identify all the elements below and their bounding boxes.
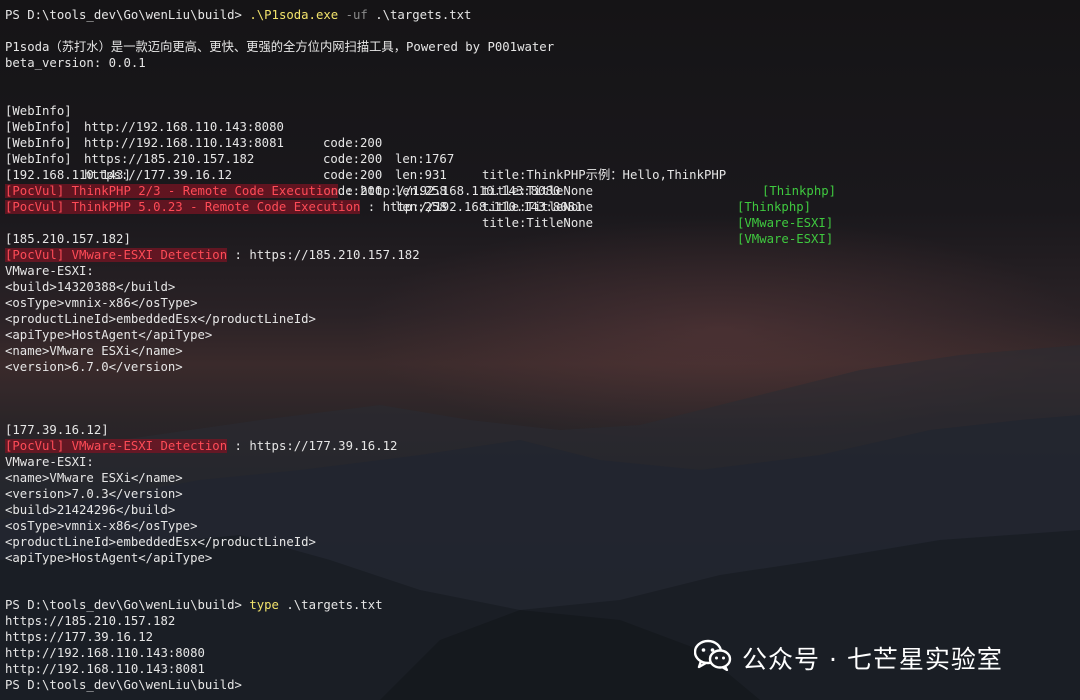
watermark-text: 公众号 · 七芒星实验室 bbox=[742, 645, 1003, 674]
webinfo-len: len:931 bbox=[395, 168, 447, 182]
detail-line: <apiType>HostAgent</apiType> bbox=[5, 328, 213, 342]
webinfo-url: https://185.210.157.182 bbox=[84, 152, 255, 166]
webinfo-row: [WebInfo] https://185.210.157.182 code:2… bbox=[5, 119, 1075, 230]
command-line: PS D:\tools_dev\Go\wenLiu\build> bbox=[5, 677, 242, 693]
command-line: PS D:\tools_dev\Go\wenLiu\build> type .\… bbox=[5, 597, 383, 613]
detail-line: <version>6.7.0</version> bbox=[5, 360, 183, 374]
vuln-target: : https://177.39.16.12 bbox=[227, 439, 398, 453]
target-line: https://185.210.157.182 bbox=[5, 614, 176, 628]
webinfo-code: code:200 bbox=[323, 168, 383, 182]
target-line: http://192.168.110.143:8081 bbox=[5, 662, 205, 676]
detail-line: <osType>vmnix-x86</osType> bbox=[5, 296, 198, 310]
webinfo-finger: [VMware-ESXI] bbox=[737, 232, 834, 246]
pocvul-line: [PocVul] VMware-ESXI Detection : https:/… bbox=[5, 247, 420, 263]
prompt: PS D:\tools_dev\Go\wenLiu\build> bbox=[5, 678, 242, 692]
host-header: [177.39.16.12] bbox=[5, 423, 109, 437]
detail-line: <apiType>HostAgent</apiType> bbox=[5, 551, 213, 565]
version-line: beta_version: 0.0.1 bbox=[5, 56, 146, 70]
vuln-target: : https://185.210.157.182 bbox=[227, 248, 420, 262]
prompt: PS D:\tools_dev\Go\wenLiu\build> bbox=[5, 8, 242, 22]
pocvul-line: [PocVul] ThinkPHP 2/3 - Remote Code Exec… bbox=[5, 183, 560, 199]
webinfo-finger: [VMware-ESXI] bbox=[737, 216, 834, 230]
command-exe: .\P1soda.exe bbox=[249, 8, 339, 22]
command-flag: -uf bbox=[345, 8, 368, 22]
target-line: https://177.39.16.12 bbox=[5, 630, 154, 644]
webinfo-title: title:TitleNone bbox=[482, 216, 594, 230]
host-header: [185.210.157.182] bbox=[5, 232, 131, 246]
webinfo-row: [WebInfo] https://177.39.16.12 code:200 … bbox=[5, 135, 1075, 246]
pocvul-tag: [PocVul] ThinkPHP 5.0.23 - Remote Code E… bbox=[5, 200, 361, 214]
terminal-window: PS D:\tools_dev\Go\wenLiu\build> .\P1sod… bbox=[0, 0, 1080, 700]
webinfo-code: code:200 bbox=[323, 152, 383, 166]
pocvul-tag: [PocVul] VMware-ESXI Detection bbox=[5, 248, 228, 262]
webinfo-title: title:ThinkPHP示例：Hello,ThinkPHP bbox=[482, 168, 727, 182]
command-arg: .\targets.txt bbox=[375, 8, 472, 22]
detail-line: <productLineId>embeddedEsx</productLineI… bbox=[5, 535, 316, 549]
pocvul-tag: [PocVul] ThinkPHP 2/3 - Remote Code Exec… bbox=[5, 184, 339, 198]
command-exe: type bbox=[249, 598, 279, 612]
vuln-name: VMware-ESXI Detection bbox=[71, 439, 228, 453]
webinfo-finger: [Thinkphp] bbox=[737, 200, 812, 214]
detail-line: VMware-ESXI: bbox=[5, 455, 94, 469]
pocvul-line: [PocVul] ThinkPHP 5.0.23 - Remote Code E… bbox=[5, 199, 582, 215]
vuln-target: : http://192.168.110.143:8081 bbox=[360, 200, 583, 214]
command-line: PS D:\tools_dev\Go\wenLiu\build> .\P1sod… bbox=[5, 7, 471, 23]
vuln-target: : http://192.168.110.143:8080 bbox=[338, 184, 561, 198]
webinfo-len: len:1767 bbox=[395, 152, 455, 166]
webinfo-row: [WebInfo] http://192.168.110.143:8081 co… bbox=[5, 103, 1075, 214]
vuln-name: ThinkPHP 5.0.23 - Remote Code Execution bbox=[71, 200, 361, 214]
webinfo-finger: [Thinkphp] bbox=[762, 184, 837, 198]
detail-line: <name>VMware ESXi</name> bbox=[5, 344, 183, 358]
command-arg: .\targets.txt bbox=[286, 598, 383, 612]
banner-line: P1soda（苏打水）是一款迈向更高、更快、更强的全方位内网扫描工具，Power… bbox=[5, 40, 555, 54]
detail-line: <productLineId>embeddedEsx</productLineI… bbox=[5, 312, 316, 326]
prompt: PS D:\tools_dev\Go\wenLiu\build> bbox=[5, 598, 242, 612]
wechat-icon bbox=[693, 639, 742, 677]
detail-line: <build>14320388</build> bbox=[5, 280, 176, 294]
pocvul-tag: [PocVul] VMware-ESXI Detection bbox=[5, 439, 228, 453]
detail-line: <name>VMware ESXi</name> bbox=[5, 471, 183, 485]
vuln-name: ThinkPHP 2/3 - Remote Code Execution bbox=[71, 184, 339, 198]
pocvul-line: [PocVul] VMware-ESXI Detection : https:/… bbox=[5, 438, 397, 454]
watermark: 公众号 · 七芒星实验室 bbox=[693, 638, 1003, 678]
detail-line: <osType>vmnix-x86</osType> bbox=[5, 519, 198, 533]
detail-line: <build>21424296</build> bbox=[5, 503, 176, 517]
detail-line: <version>7.0.3</version> bbox=[5, 487, 183, 501]
host-header: [192.168.110.143] bbox=[5, 168, 131, 182]
detail-line: VMware-ESXI: bbox=[5, 264, 94, 278]
target-line: http://192.168.110.143:8080 bbox=[5, 646, 205, 660]
vuln-name: VMware-ESXI Detection bbox=[71, 248, 228, 262]
webinfo-tag: [WebInfo] bbox=[5, 152, 72, 166]
webinfo-row: [WebInfo] http://192.168.110.143:8080 co… bbox=[5, 87, 1075, 198]
